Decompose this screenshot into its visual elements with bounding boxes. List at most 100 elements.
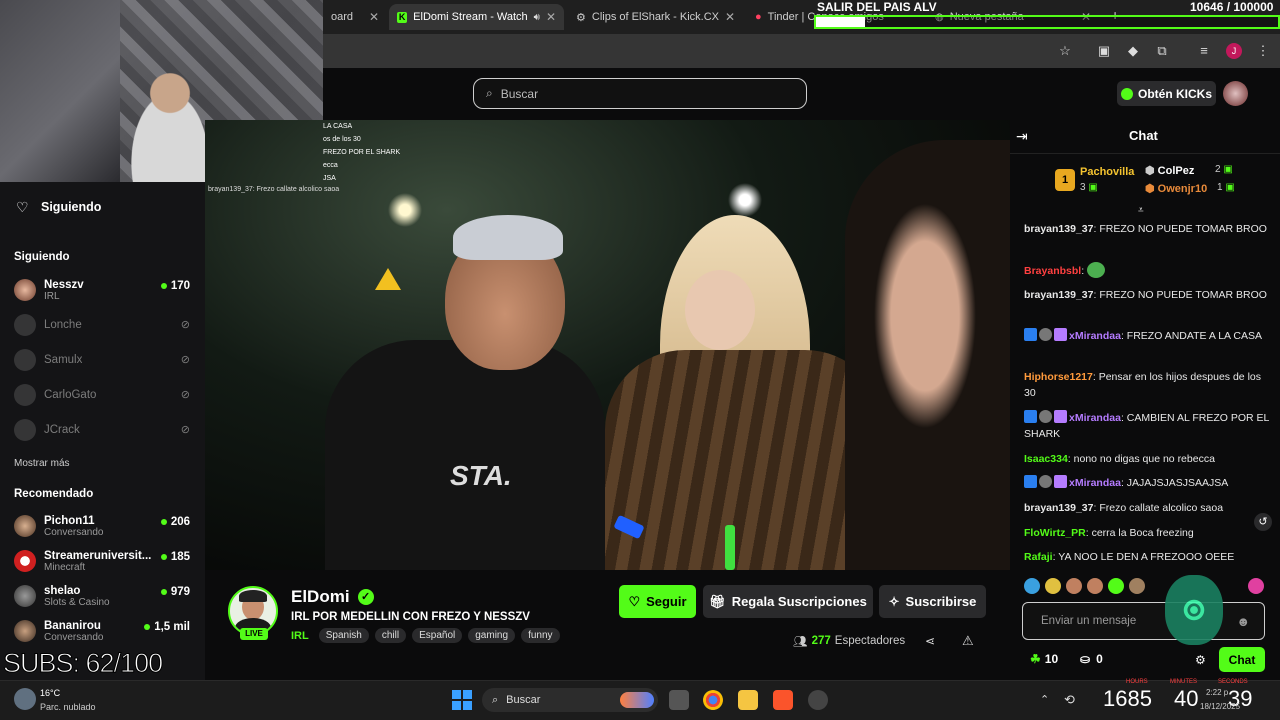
offline-icon: ⊘	[180, 424, 190, 436]
tag[interactable]: Español	[412, 628, 463, 643]
show-more-link[interactable]: Mostrar más	[14, 458, 70, 469]
search-input[interactable]: ⌕ Buscar	[473, 78, 807, 109]
menu-dots-icon[interactable]: ⋮	[1255, 43, 1271, 59]
profile-icon[interactable]: J	[1226, 43, 1242, 59]
gift-subs-button[interactable]: 🎁︎ Regala Suscripciones	[703, 585, 873, 618]
subs-goal-overlay: SUBS: 62/100	[2, 648, 163, 679]
system-time[interactable]: 2:22 p	[1206, 688, 1228, 697]
weather-temp[interactable]: 16°C	[40, 688, 60, 698]
viewer-count: 979	[160, 586, 190, 598]
user-avatar[interactable]	[1223, 81, 1248, 106]
collapse-chat-icon[interactable]: ⇥	[1016, 128, 1028, 145]
search-placeholder: Buscar	[500, 86, 539, 101]
heart-icon: ♡	[16, 199, 29, 215]
windows-start-icon[interactable]	[452, 690, 472, 710]
system-date[interactable]: 18/12/2025	[1200, 702, 1240, 711]
settings-gear-icon[interactable]: ⚙	[1195, 653, 1206, 667]
viewer-count: 185	[160, 551, 190, 563]
emote-icon[interactable]	[1108, 578, 1124, 594]
chat-message: Isaac334: nono no digas que no rebecca	[1024, 453, 1215, 465]
sidebar-item-pichon11[interactable]: Pichon11 Conversando 206	[14, 511, 194, 541]
tag[interactable]: funny	[521, 628, 560, 643]
kicks-coin-icon	[1120, 87, 1133, 100]
channel-name[interactable]: ElDomi	[291, 587, 350, 607]
gift-icon: 🎁︎	[709, 593, 726, 609]
sidebar-item-lonche[interactable]: Lonche ⊘	[14, 310, 194, 340]
extension-icon[interactable]: ◆	[1125, 43, 1141, 59]
pinned-chevron-icon[interactable]: ⩡	[1138, 205, 1144, 216]
gift-jar-overlay	[1165, 575, 1223, 645]
chrome-app-icon[interactable]	[703, 690, 723, 710]
kick-favicon-icon: K	[397, 11, 408, 23]
emote-bar	[1024, 578, 1264, 600]
media-icon[interactable]: ≡	[1196, 43, 1212, 59]
channel-name: Bananirou	[44, 619, 101, 632]
clock-overlay-minutes: 40	[1174, 686, 1199, 711]
share-icon[interactable]: ⋖	[925, 634, 935, 648]
channel-category: Slots & Casino	[44, 596, 110, 608]
sidebar-item-nesszv[interactable]: Nesszv IRL 170	[14, 275, 194, 305]
sidebar-item-streameruniversitario[interactable]: Streameruniversit... Minecraft 185	[14, 546, 194, 576]
channel-category: Conversando	[44, 631, 104, 643]
browser-tab-active[interactable]: K ElDomi Stream - Watch L 🔊︎ ✕	[389, 4, 564, 30]
follow-button[interactable]: ♡ Seguir	[619, 585, 696, 618]
close-icon[interactable]: ✕	[725, 10, 735, 24]
emote-icon[interactable]	[1045, 578, 1061, 594]
leader-value: 2 ▣	[1215, 164, 1233, 175]
tag[interactable]: gaming	[468, 628, 516, 643]
chat-header: ⇥ Chat	[1010, 120, 1280, 154]
emote-icon[interactable]	[1066, 578, 1082, 594]
subscribe-button[interactable]: ✧ Suscribirse	[879, 585, 986, 618]
tab-title: oard	[331, 11, 354, 23]
tag[interactable]: Spanish	[318, 628, 369, 643]
emote-icon[interactable]	[1248, 578, 1264, 594]
emoji-icon[interactable]: ☻	[1236, 614, 1250, 629]
clock-minutes-label: MINUTES	[1170, 679, 1197, 685]
browser-tab[interactable]: ⚙ Clips of ElShark - Kick.CX ✕	[568, 4, 740, 30]
task-view-icon[interactable]	[669, 690, 689, 710]
chat-input[interactable]: Enviar un mensaje ☻	[1022, 602, 1265, 640]
leader-value: 1 ▣	[1217, 182, 1235, 193]
close-icon[interactable]: ✕	[369, 10, 379, 24]
chat-message: Hiphorse1217: Pensar en los hijos despue…	[1024, 371, 1261, 399]
puzzle-icon[interactable]: ⧉	[1154, 43, 1170, 59]
channel-name: shelao	[44, 584, 81, 597]
bookmark-star-icon[interactable]: ☆	[1057, 43, 1073, 59]
browser-tab[interactable]: oard ✕	[323, 4, 387, 30]
get-kicks-button[interactable]: Obtén KICKs	[1117, 81, 1216, 106]
taskbar-search[interactable]: ⌕ Buscar	[482, 688, 658, 712]
chat-message: xMirandaa: FREZO ANDATE A LA CASA	[1024, 328, 1269, 344]
channel-points[interactable]: ☘ 10	[1030, 652, 1058, 666]
channel-name: CarloGato	[44, 389, 97, 401]
tag[interactable]: chill	[374, 628, 407, 643]
category-link[interactable]: IRL	[291, 630, 309, 642]
brave-app-icon[interactable]	[773, 690, 793, 710]
sidebar-item-shelao[interactable]: shelao Slots & Casino 979	[14, 581, 194, 611]
send-chat-button[interactable]: Chat	[1219, 647, 1265, 672]
leader-value: 3 ▣	[1080, 182, 1098, 193]
sidebar-item-bananirou[interactable]: Bananirou Conversando 1,5 mil	[14, 616, 194, 646]
emote-icon[interactable]	[1129, 578, 1145, 594]
file-explorer-icon[interactable]	[738, 690, 758, 710]
network-icon[interactable]: ⟲	[1064, 692, 1075, 708]
sidebar-item-carlogato[interactable]: CarloGato ⊘	[14, 380, 194, 410]
close-icon[interactable]: ✕	[546, 10, 556, 24]
chat-message: brayan139_37: FREZO NO PUEDE TOMAR BROO	[1024, 223, 1267, 235]
report-icon[interactable]: ⚠	[962, 633, 974, 649]
sidebar-following-header[interactable]: Siguiendo	[41, 200, 101, 214]
leader-name: ⬢ ColPez	[1145, 165, 1195, 177]
speaker-icon[interactable]: 🔊︎	[534, 12, 540, 23]
goal-progress-fill	[816, 17, 865, 27]
emote-icon[interactable]	[1087, 578, 1103, 594]
obs-app-icon[interactable]	[808, 690, 828, 710]
emote-icon[interactable]	[1024, 578, 1040, 594]
chevron-up-icon[interactable]: ⌃	[1040, 693, 1049, 706]
sidebar-item-jcrack[interactable]: JCrack ⊘	[14, 415, 194, 445]
scroll-icon[interactable]: ↺	[1254, 513, 1272, 531]
sidebar-item-samulx[interactable]: Samulx ⊘	[14, 345, 194, 375]
clock-hours-label: HOURS	[1126, 679, 1148, 685]
cast-icon[interactable]: ▣	[1096, 43, 1112, 59]
weather-icon[interactable]	[14, 688, 36, 710]
goal-label: SALIR DEL PAIS ALV	[817, 0, 937, 14]
gift-count[interactable]: ⛀ 0	[1080, 652, 1103, 666]
